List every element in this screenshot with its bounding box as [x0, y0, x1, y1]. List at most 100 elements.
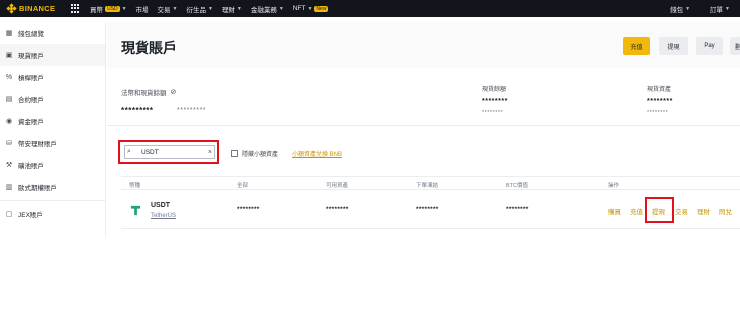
pay-button[interactable]: Pay: [696, 37, 723, 55]
spot-assets-sub: ********: [647, 110, 669, 116]
chevron-down-icon: ▼: [307, 5, 313, 12]
close-icon[interactable]: ×: [208, 149, 212, 156]
hide-balance-icon[interactable]: ⊘: [171, 88, 177, 96]
search-highlight: ⌕ ×: [118, 140, 219, 164]
usdt-icon: [130, 205, 141, 216]
sidebar-item-label: 礦池賬戶: [18, 163, 44, 170]
section-divider: [107, 125, 740, 126]
sidebar-item-label: 合約賬戶: [18, 97, 44, 104]
sidebar-item-label: 槓桿賬戶: [18, 75, 44, 82]
col-btc-value[interactable]: BTC價值: [506, 181, 528, 189]
nav-nft[interactable]: NFT ▼ New: [293, 5, 329, 12]
top-right-menu: 錢包 ▼ 訂單 ▼: [650, 0, 730, 17]
convert-to-bnb-link[interactable]: 小額資產兌換 BNB: [292, 149, 342, 158]
coin-symbol: USDT: [151, 202, 171, 209]
sidebar: ▦ 錢包總覽 ▣ 現貨賬戶 % 槓桿賬戶 ▤ 合約賬戶 ◉ 資金賬戶 ⛁ 幣安理…: [0, 22, 106, 237]
nav-markets[interactable]: 市場: [136, 4, 149, 14]
nav-finance[interactable]: 金融業務 ▼: [251, 4, 284, 14]
transfer-button[interactable]: 劃: [730, 37, 740, 55]
deposit-link[interactable]: 充值: [630, 206, 643, 216]
col-available[interactable]: 可用資產: [326, 181, 348, 189]
available-value: ********: [326, 206, 349, 213]
sidebar-item-pool[interactable]: ⚒ 礦池賬戶: [0, 154, 105, 176]
new-badge: New: [314, 5, 329, 12]
sidebar-divider: [0, 200, 105, 201]
currency-badge: USD: [105, 5, 120, 12]
sidebar-item-funding[interactable]: ◉ 資金賬戶: [0, 110, 105, 132]
sidebar-item-jex[interactable]: ▢ JEX賬戶: [0, 203, 105, 225]
grid-icon: ▦: [5, 30, 13, 37]
nav-buy-crypto[interactable]: 買幣 USD ▼: [90, 4, 127, 14]
balance-label: 法幣和現貨餘額 ⊘: [121, 87, 176, 97]
chevron-down-icon: ▼: [685, 5, 691, 12]
convert-link[interactable]: 閃兌: [719, 206, 732, 216]
nav-trade[interactable]: 交易 ▼: [158, 4, 178, 14]
page-title: 現貨賬戶: [121, 40, 177, 56]
buy-link[interactable]: 購買: [608, 206, 621, 216]
balance-value: *********: [121, 106, 154, 115]
sidebar-item-earn[interactable]: ⛁ 幣安理財賬戶: [0, 132, 105, 154]
earn-link[interactable]: 理財: [697, 206, 710, 216]
balance-sub-value: *********: [177, 107, 207, 114]
funding-icon: ◉: [5, 118, 13, 125]
sidebar-item-margin[interactable]: % 槓桿賬戶: [0, 66, 105, 88]
jex-icon: ▢: [5, 211, 13, 218]
logo-text: BINANCE: [19, 4, 56, 13]
sidebar-item-label: 幣安理財賬戶: [18, 141, 57, 148]
nav-label: 金融業務: [250, 6, 277, 14]
nav-label: 交易: [157, 6, 171, 14]
apps-grid-icon[interactable]: [71, 4, 80, 13]
page-header: 現貨賬戶 充值 提現 Pay 劃: [107, 22, 740, 68]
deposit-button[interactable]: 充值: [623, 37, 650, 55]
nav-label: 錢包: [670, 6, 684, 14]
chevron-down-icon: ▼: [236, 5, 242, 12]
col-total[interactable]: 全部: [237, 181, 248, 189]
binance-logo[interactable]: BINANCE: [6, 3, 63, 14]
spot-balance-value: ********: [482, 98, 508, 105]
spot-balance-sub: ********: [482, 110, 504, 116]
nav-label: 市場: [135, 6, 149, 14]
chevron-down-icon: ▼: [172, 5, 178, 12]
withdraw-button[interactable]: 提現: [659, 37, 688, 55]
balance-label-text: 法幣和現貨餘額: [121, 90, 167, 97]
total-value: ********: [237, 206, 260, 213]
chevron-down-icon: ▼: [207, 5, 213, 12]
futures-icon: ▤: [5, 96, 13, 103]
sidebar-item-options[interactable]: ▥ 歐式期權賬戶: [0, 176, 105, 198]
col-in-order[interactable]: 下單凍結: [416, 181, 438, 189]
nav-orders[interactable]: 訂單 ▼: [710, 4, 730, 14]
search-input[interactable]: [141, 148, 201, 156]
wallet-icon: ▣: [5, 52, 13, 59]
in-order-value: ********: [416, 206, 439, 213]
sidebar-item-label: 錢包總覽: [18, 31, 44, 38]
nav-label: 買幣: [90, 6, 103, 14]
sidebar-item-label: 資金賬戶: [18, 119, 44, 126]
earn-icon: ⛁: [6, 140, 12, 147]
sidebar-item-futures[interactable]: ▤ 合約賬戶: [0, 88, 105, 110]
nav-label: 理財: [221, 6, 235, 14]
sidebar-item-label: 現貨賬戶: [18, 53, 44, 60]
search-field[interactable]: ⌕ ×: [124, 145, 215, 159]
btc-value: ********: [506, 206, 529, 213]
nav-wallet[interactable]: 錢包 ▼: [670, 4, 690, 14]
col-action: 操作: [608, 183, 620, 189]
hide-small-label: 隱藏小額資產: [242, 152, 279, 158]
col-coin[interactable]: 幣種: [129, 181, 140, 189]
top-nav-bar: BINANCE 買幣 USD ▼ 市場 交易 ▼ 衍生品 ▼ 理財 ▼ 金融業務…: [0, 0, 740, 17]
nav-earn[interactable]: 理財 ▼: [222, 4, 242, 14]
spot-assets-label: 現貨資產: [647, 87, 672, 93]
hide-small-assets[interactable]: 隱藏小額資產: [231, 149, 278, 158]
pickaxe-icon: ⚒: [5, 162, 13, 169]
sidebar-item-spot[interactable]: ▣ 現貨賬戶: [0, 44, 105, 66]
sidebar-item-overview[interactable]: ▦ 錢包總覽: [0, 22, 105, 44]
sidebar-item-label: JEX賬戶: [18, 212, 43, 219]
coin-name-link[interactable]: TetherUS: [151, 213, 176, 219]
nav-label: 衍生品: [186, 6, 206, 14]
hide-small-checkbox[interactable]: [231, 150, 238, 157]
options-icon: ▥: [5, 184, 13, 191]
search-icon: ⌕: [127, 148, 131, 155]
nav-derivatives[interactable]: 衍生品 ▼: [186, 4, 212, 14]
trade-link[interactable]: 交易: [675, 206, 688, 216]
spot-assets-value: ********: [647, 98, 673, 105]
sidebar-item-label: 歐式期權賬戶: [18, 185, 57, 192]
